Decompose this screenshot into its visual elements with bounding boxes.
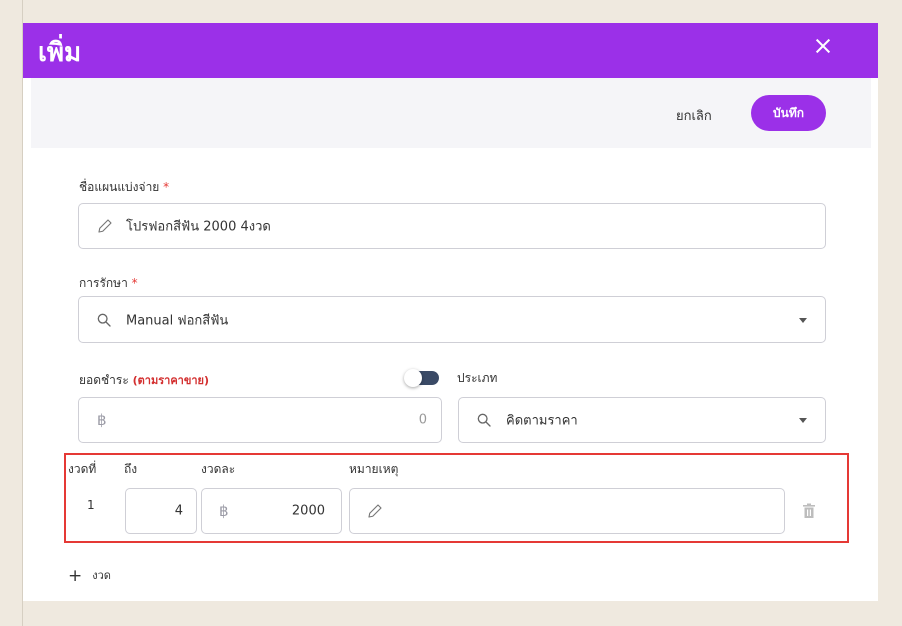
search-icon xyxy=(477,413,491,427)
price-mode-toggle[interactable] xyxy=(404,369,439,387)
payment-note: (ตามราคาขาย) xyxy=(132,374,210,387)
add-installment-label: งวด xyxy=(92,569,111,582)
treatment-label-text: การรักษา xyxy=(79,276,128,290)
plan-name-field[interactable]: โปรฟอกสีฟัน 2000 4งวด xyxy=(78,203,826,249)
payment-label: ยอดชำระ (ตามราคาขาย) xyxy=(79,371,209,390)
installment-from-header: งวดที่ xyxy=(68,462,97,476)
plan-name-label-text: ชื่อแผนแบ่งจ่าย xyxy=(79,180,160,194)
plus-icon: + xyxy=(68,566,83,586)
type-select[interactable]: คิดตามราคา xyxy=(458,397,826,443)
search-icon xyxy=(97,313,111,327)
add-dialog: เพิ่ม ยกเลิก บันทึก ชื่อแผนแบ่งจ่าย * โป… xyxy=(23,23,878,601)
type-value: คิดตามราคา xyxy=(506,413,578,429)
dialog-header: เพิ่ม xyxy=(23,23,878,78)
dialog-title: เพิ่ม xyxy=(38,38,82,68)
payment-amount-value: 0 xyxy=(418,412,427,428)
installment-to-value: 4 xyxy=(174,503,183,519)
toggle-knob xyxy=(404,369,422,387)
type-label: ประเภท xyxy=(457,371,498,385)
chevron-down-icon xyxy=(799,317,807,323)
installment-note-header: หมายเหตุ xyxy=(349,462,399,476)
installment-note-input[interactable] xyxy=(349,488,785,534)
pencil-icon xyxy=(98,219,112,233)
treatment-value: Manual ฟอกสีฟัน xyxy=(126,313,229,328)
trash-icon[interactable] xyxy=(802,503,816,519)
required-mark: * xyxy=(131,276,138,290)
baht-icon: ฿ xyxy=(219,502,229,520)
installment-to-header: ถึง xyxy=(124,462,138,476)
action-toolbar: ยกเลิก บันทึก xyxy=(31,78,871,148)
add-installment-button[interactable]: + งวด xyxy=(68,566,111,586)
pencil-icon xyxy=(368,504,382,518)
save-button[interactable]: บันทึก xyxy=(751,95,826,131)
installment-to-input[interactable]: 4 xyxy=(125,488,197,534)
payment-label-text: ยอดชำระ xyxy=(79,373,129,387)
installment-amount-value: 2000 xyxy=(291,503,325,519)
installment-per-header: งวดละ xyxy=(201,462,236,476)
treatment-select[interactable]: Manual ฟอกสีฟัน xyxy=(78,296,826,343)
baht-icon: ฿ xyxy=(97,411,107,429)
installment-amount-input[interactable]: ฿ 2000 xyxy=(201,488,342,534)
plan-name-label: ชื่อแผนแบ่งจ่าย * xyxy=(79,178,169,197)
installment-from-value: 1 xyxy=(87,498,95,512)
payment-amount-field[interactable]: ฿ 0 xyxy=(78,397,442,443)
plan-name-value: โปรฟอกสีฟัน 2000 4งวด xyxy=(126,219,271,235)
treatment-label: การรักษา * xyxy=(79,274,138,293)
required-mark: * xyxy=(163,180,170,194)
close-icon[interactable] xyxy=(813,36,833,56)
chevron-down-icon xyxy=(799,418,807,423)
cancel-button[interactable]: ยกเลิก xyxy=(676,105,712,126)
